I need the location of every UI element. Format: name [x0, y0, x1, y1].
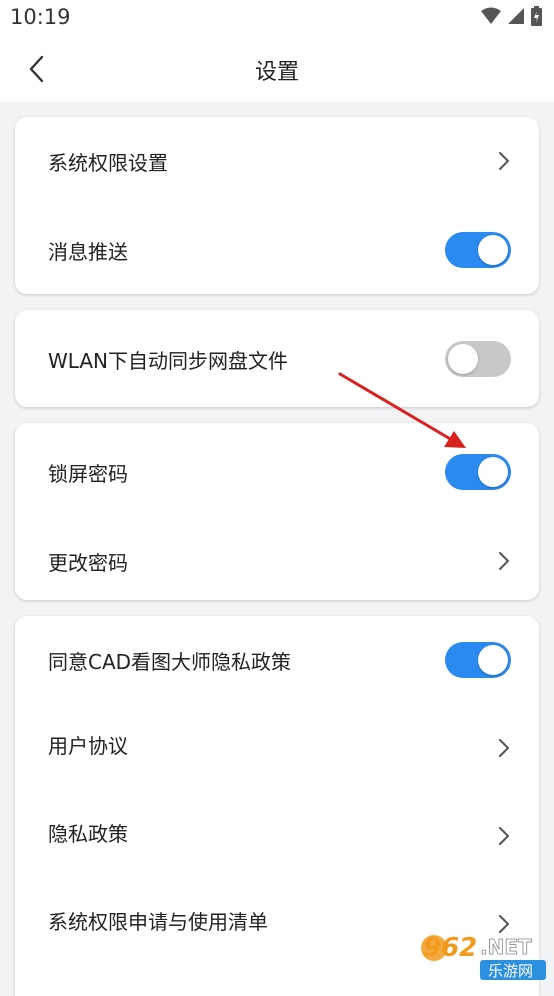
system-permissions-row[interactable]: 系统权限设置	[15, 131, 539, 191]
privacy-policy-row[interactable]: 隐私政策	[15, 802, 539, 862]
agree-privacy-label: 同意CAD看图大师隐私政策	[48, 650, 292, 674]
settings-card-general: 系统权限设置 消息推送	[15, 117, 539, 294]
chevron-right-icon	[499, 552, 509, 570]
toggle-knob	[478, 457, 508, 487]
user-agreement-row[interactable]: 用户协议	[15, 714, 539, 774]
system-permissions-label: 系统权限设置	[48, 151, 168, 175]
toggle-knob	[478, 235, 508, 265]
change-password-label: 更改密码	[48, 551, 128, 575]
title-bar: 设置	[0, 36, 554, 102]
lock-password-toggle[interactable]	[445, 454, 511, 490]
svg-text:.NET: .NET	[480, 935, 532, 959]
agree-privacy-row: 同意CAD看图大师隐私政策	[15, 630, 539, 690]
lock-password-label: 锁屏密码	[48, 462, 128, 486]
watermark-logo: 962 .NET 乐游网	[421, 933, 546, 980]
push-notifications-row: 消息推送	[15, 220, 539, 280]
page-title: 设置	[254, 60, 299, 85]
svg-text:962: 962	[423, 933, 477, 963]
settings-card-wlan: WLAN下自动同步网盘文件	[15, 310, 539, 407]
status-icons	[481, 6, 542, 26]
signal-icon	[508, 8, 524, 24]
status-bar: 10:19	[0, 0, 554, 36]
change-password-row[interactable]: 更改密码	[15, 531, 539, 591]
push-notifications-label: 消息推送	[48, 240, 128, 264]
agree-privacy-toggle[interactable]	[445, 642, 511, 678]
wifi-icon	[481, 7, 501, 24]
toggle-knob	[478, 645, 508, 675]
privacy-policy-label: 隐私政策	[48, 822, 128, 846]
permission-list-label: 系统权限申请与使用清单	[48, 910, 268, 934]
push-notifications-toggle[interactable]	[445, 232, 511, 268]
settings-card-security: 锁屏密码 更改密码	[15, 423, 539, 600]
chevron-right-icon	[499, 739, 509, 757]
toggle-knob	[448, 344, 478, 374]
status-time: 10:19	[10, 5, 71, 29]
svg-text:乐游网: 乐游网	[488, 962, 533, 980]
wlan-sync-toggle[interactable]	[445, 341, 511, 377]
wlan-sync-row: WLAN下自动同步网盘文件	[15, 329, 539, 389]
chevron-right-icon	[499, 152, 509, 170]
lock-password-row: 锁屏密码	[15, 442, 539, 502]
chevron-right-icon	[499, 827, 509, 845]
user-agreement-label: 用户协议	[48, 734, 128, 758]
wlan-sync-label: WLAN下自动同步网盘文件	[48, 349, 289, 373]
battery-icon	[531, 6, 542, 26]
